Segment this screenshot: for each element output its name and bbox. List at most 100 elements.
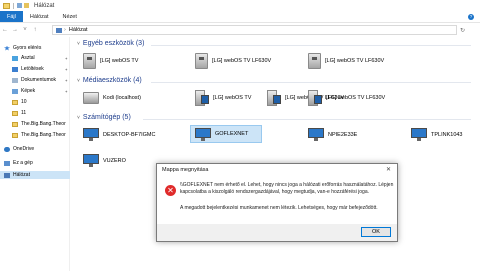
folder-icon <box>12 132 18 138</box>
this-pc-icon <box>4 160 10 166</box>
media-item[interactable]: Kodi (localhost) <box>83 92 141 104</box>
title-separator <box>13 2 14 9</box>
sidebar-item-label: Asztal <box>21 55 35 61</box>
navigation-pane: Gyors elérés Asztal ✦ Letöltések ✦ Dokum… <box>0 37 70 271</box>
device-label: [LG] webOS TV LF630V <box>212 58 272 64</box>
sidebar-item-label: The.Big.Bang.Theor <box>21 132 66 138</box>
device-item[interactable]: [LG] webOS TV <box>83 53 138 69</box>
sidebar-item-onedrive[interactable]: OneDrive <box>0 145 70 153</box>
sidebar-item-label: 11 <box>21 110 27 116</box>
sidebar-item-label: Dokumentumok <box>21 77 57 83</box>
sidebar-item-documents[interactable]: Dokumentumok ✦ <box>0 76 70 84</box>
sidebar-item-folder-10[interactable]: 10 <box>0 98 70 106</box>
ribbon: Fájl Hálózat Nézet ? <box>0 11 480 23</box>
pin-icon: ✦ <box>64 88 68 94</box>
group-divider <box>151 82 471 83</box>
sidebar-item-label: Ez a gép <box>13 160 33 166</box>
computer-icon <box>195 127 211 141</box>
up-arrow-icon[interactable]: ↑ <box>30 27 40 33</box>
device-item[interactable]: [LG] webOS TV LF630V <box>308 53 384 69</box>
sidebar-item-folder-11[interactable]: 11 <box>0 109 70 117</box>
sidebar-item-this-pc[interactable]: Ez a gép <box>0 159 70 167</box>
sidebar-item-quick-access[interactable]: Gyors elérés <box>0 44 70 52</box>
sidebar-item-bigbang-2[interactable]: The.Big.Bang.Theor <box>0 131 70 139</box>
pin-icon: ✦ <box>64 55 68 61</box>
folder-icon <box>12 110 18 116</box>
sidebar-item-downloads[interactable]: Letöltések ✦ <box>0 65 70 73</box>
help-icon[interactable]: ? <box>468 13 474 20</box>
tab-network[interactable]: Hálózat <box>23 11 56 22</box>
sidebar-item-network[interactable]: Hálózat <box>0 171 70 179</box>
breadcrumb-network[interactable]: Hálózat <box>69 27 88 33</box>
navigation-bar: ← → ˅ ↑ › Hálózat ↻ <box>0 23 480 37</box>
tab-file[interactable]: Fájl <box>0 11 23 22</box>
window-title: Hálózat <box>34 2 55 9</box>
title-bar: Hálózat <box>0 0 480 11</box>
computer-icon <box>308 128 324 141</box>
close-icon[interactable]: ✕ <box>386 166 391 173</box>
folder-icon <box>12 99 18 105</box>
dialog-title: Mappa megnyitása <box>162 167 209 173</box>
refresh-icon[interactable]: ↻ <box>460 27 465 34</box>
tv-device-icon <box>195 53 208 69</box>
address-bar[interactable]: › Hálózat <box>52 25 457 35</box>
computer-icon <box>83 154 99 167</box>
computer-icon <box>83 128 99 141</box>
sidebar-item-desktop[interactable]: Asztal ✦ <box>0 54 70 62</box>
computer-item[interactable]: DESKTOP-BF7IGMC <box>83 128 155 141</box>
folder-icon <box>12 121 18 127</box>
download-icon <box>12 66 18 72</box>
new-folder-icon[interactable] <box>24 3 29 8</box>
media-device-icon <box>267 90 281 106</box>
ok-button[interactable]: OK <box>361 227 391 237</box>
group-divider <box>143 119 471 120</box>
sidebar-item-label: OneDrive <box>13 146 35 152</box>
media-device-icon <box>195 90 209 106</box>
device-label: [LG] webOS TV <box>100 58 139 64</box>
tab-view[interactable]: Nézet <box>56 11 84 22</box>
back-arrow-icon[interactable]: ← <box>0 27 10 33</box>
sidebar-item-label: 10 <box>21 99 27 105</box>
dialog-detail: A megadott bejelentkezési munkamenet nem… <box>180 205 378 211</box>
breadcrumb-chevron-icon[interactable]: › <box>64 27 66 33</box>
chevron-down-icon[interactable]: ˅ <box>77 115 80 121</box>
tv-device-icon <box>83 53 96 69</box>
sidebar-item-bigbang-1[interactable]: The.Big.Bang.Theor <box>0 120 70 128</box>
computer-label: DESKTOP-BF7IGMC <box>103 131 156 138</box>
tv-device-icon <box>308 53 321 69</box>
onedrive-icon <box>4 146 10 152</box>
media-label: [LG] webOS TV LF630V <box>326 95 386 101</box>
group-header-media-devices[interactable]: ˅ Médiaeszközök (4) <box>77 77 142 84</box>
group-header-other-devices[interactable]: ˅ Egyéb eszközök (3) <box>77 40 144 47</box>
computer-item[interactable]: NPIE2E33E <box>308 128 357 141</box>
desktop-icon <box>12 55 18 61</box>
properties-icon[interactable] <box>17 3 22 8</box>
group-header-computers[interactable]: ˅ Számítógép (5) <box>77 114 131 121</box>
dialog-message: \\GOFLEXNET nem érhető el. Lehet, hogy n… <box>180 182 394 195</box>
computer-item[interactable]: VUZERO <box>83 154 126 167</box>
computer-item[interactable]: TPLINK1043 <box>411 128 463 141</box>
pin-icon: ✦ <box>64 66 68 72</box>
ribbon-controls: ? <box>468 11 480 22</box>
media-item[interactable]: [LG] webOS TV LF630V <box>308 90 385 106</box>
group-title: Médiaeszközök (4) <box>82 77 142 84</box>
sidebar-item-label: Hálózat <box>13 172 30 178</box>
sidebar-item-pictures[interactable]: Képek ✦ <box>0 87 70 95</box>
media-item[interactable]: [LG] webOS TV <box>195 90 251 106</box>
media-label: Kodi (localhost) <box>103 95 141 101</box>
device-label: [LG] webOS TV LF630V <box>325 58 385 64</box>
recent-dropdown-icon[interactable]: ˅ <box>20 27 30 33</box>
computer-item-selected[interactable]: GOFLEXNET <box>190 125 262 143</box>
computer-label: GOFLEXNET <box>215 131 249 137</box>
computer-icon <box>411 128 427 141</box>
star-icon <box>4 45 10 51</box>
chevron-down-icon[interactable]: ˅ <box>77 41 80 47</box>
media-server-icon <box>83 92 99 104</box>
device-item[interactable]: [LG] webOS TV LF630V <box>195 53 271 69</box>
group-title: Egyéb eszközök (3) <box>82 40 145 47</box>
forward-arrow-icon[interactable]: → <box>10 27 20 33</box>
network-icon <box>56 27 62 33</box>
chevron-down-icon[interactable]: ˅ <box>77 78 80 84</box>
computer-label: NPIE2E33E <box>328 131 358 138</box>
dialog-footer: OK <box>157 224 397 241</box>
